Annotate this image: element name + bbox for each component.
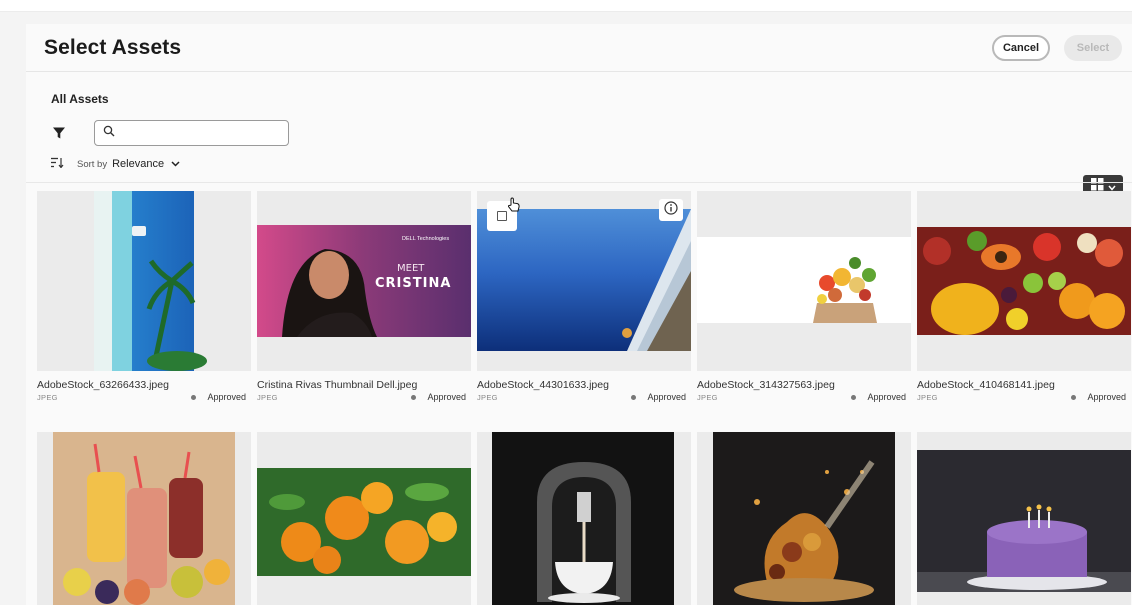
asset-thumbnail[interactable] <box>37 191 251 371</box>
section-label: All Assets <box>51 92 109 106</box>
info-button[interactable] <box>659 199 683 221</box>
thumbnail-name-text: CRISTINA <box>375 276 452 291</box>
grocery-bag-image <box>697 237 911 323</box>
status-badge: Approved <box>411 392 466 402</box>
filter-icon[interactable] <box>52 126 66 140</box>
asset-filetype: JPEG <box>477 393 498 402</box>
asset-thumbnail[interactable] <box>477 432 691 605</box>
status-dot-icon <box>631 394 637 400</box>
asset-card[interactable]: AdobeStock_63266433.jpeg JPEG Approved <box>37 191 251 411</box>
status-dot-icon <box>191 394 197 400</box>
sort-control[interactable]: Sort by Relevance <box>51 157 1132 171</box>
asset-card[interactable]: AdobeStock_44301633.jpeg JPEG Approved <box>477 191 691 411</box>
dialog-actions: Cancel Select <box>992 34 1122 61</box>
asset-filetype: JPEG <box>697 393 718 402</box>
asset-card[interactable]: AdobeStock_410468141.jpeg JPEG Approved <box>917 191 1131 411</box>
status-label: Approved <box>207 392 246 402</box>
asset-card[interactable] <box>917 432 1131 605</box>
asset-thumbnail[interactable]: MEET CRISTINA DELL Technologies <box>257 191 471 371</box>
select-assets-dialog: Select Assets Cancel Select All Assets S… <box>26 24 1132 605</box>
checkbox-square-icon <box>497 211 507 221</box>
asset-card[interactable] <box>257 432 471 605</box>
asset-filename: AdobeStock_63266433.jpeg <box>37 379 169 391</box>
status-badge: Approved <box>191 392 246 402</box>
cruise-beach-image <box>94 191 207 371</box>
chevron-down-icon[interactable] <box>171 161 180 167</box>
status-label: Approved <box>1087 392 1126 402</box>
cancel-button[interactable]: Cancel <box>992 34 1050 61</box>
dried-fruit-splash-image <box>713 432 895 605</box>
asset-thumbnail[interactable] <box>477 191 691 371</box>
asset-thumbnail[interactable] <box>917 191 1131 371</box>
status-badge: Approved <box>1071 392 1126 402</box>
asset-filename: AdobeStock_44301633.jpeg <box>477 379 609 391</box>
status-dot-icon <box>1071 394 1077 400</box>
espresso-machine-image <box>492 432 674 605</box>
select-button[interactable]: Select <box>1064 34 1122 61</box>
sort-order-icon[interactable] <box>51 157 64 171</box>
asset-grid: AdobeStock_63266433.jpeg JPEG Approved M… <box>26 182 1132 605</box>
status-label: Approved <box>867 392 906 402</box>
status-dot-icon <box>851 394 857 400</box>
dialog-title: Select Assets <box>44 35 182 59</box>
sort-label: Sort by <box>77 158 108 170</box>
asset-thumbnail[interactable] <box>37 432 251 605</box>
status-label: Approved <box>647 392 686 402</box>
asset-filetype: JPEG <box>257 393 278 402</box>
purple-cake-image <box>917 450 1131 592</box>
asset-card[interactable]: MEET CRISTINA DELL Technologies Cristina… <box>257 191 471 411</box>
asset-card[interactable] <box>697 432 911 605</box>
search-input[interactable] <box>121 123 281 143</box>
search-field[interactable] <box>94 120 289 146</box>
dialog-header: Select Assets Cancel Select <box>26 24 1132 72</box>
asset-filename: Cristina Rivas Thumbnail Dell.jpeg <box>257 379 418 391</box>
status-badge: Approved <box>851 392 906 402</box>
asset-card[interactable] <box>37 432 251 605</box>
asset-filetype: JPEG <box>917 393 938 402</box>
hand-cursor-icon <box>507 197 521 218</box>
search-icon <box>103 124 115 142</box>
thumbnail-meet-text: MEET <box>397 263 425 274</box>
status-label: Approved <box>427 392 466 402</box>
oranges-tree-image <box>257 468 471 576</box>
sort-value[interactable]: Relevance <box>112 158 164 170</box>
asset-thumbnail[interactable] <box>917 432 1131 605</box>
asset-browser-toolbar: All Assets Sort by Relevance <box>26 72 1132 206</box>
asset-card[interactable]: AdobeStock_314327563.jpeg JPEG Approved <box>697 191 911 411</box>
info-icon <box>664 200 678 220</box>
asset-thumbnail[interactable] <box>697 191 911 371</box>
search-row <box>51 120 1132 146</box>
asset-thumbnail[interactable] <box>697 432 911 605</box>
fruit-spread-image <box>917 227 1131 335</box>
asset-card[interactable] <box>477 432 691 605</box>
status-dot-icon <box>411 394 417 400</box>
status-badge: Approved <box>631 392 686 402</box>
asset-filename: AdobeStock_314327563.jpeg <box>697 379 835 391</box>
asset-thumbnail[interactable] <box>257 432 471 605</box>
brand-logo-text: DELL Technologies <box>402 236 450 242</box>
asset-filename: AdobeStock_410468141.jpeg <box>917 379 1055 391</box>
asset-filetype: JPEG <box>37 393 58 402</box>
smoothie-bottles-image <box>53 432 235 605</box>
top-strip <box>0 0 1132 12</box>
